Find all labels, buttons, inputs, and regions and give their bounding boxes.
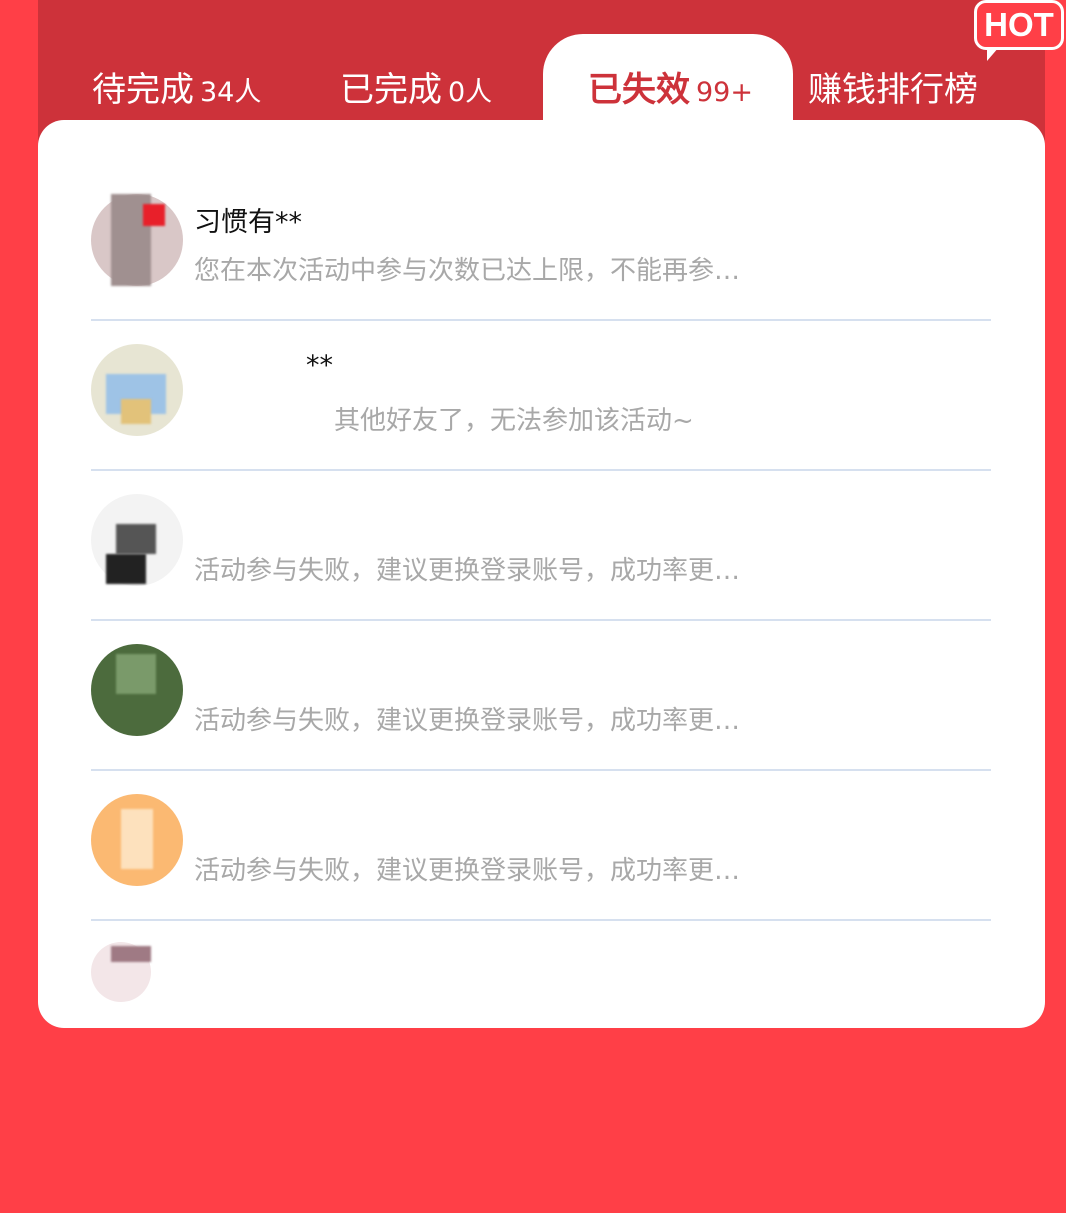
tab-count: 0人 [448,77,493,108]
tab-completed[interactable]: 已完成 0人 [340,62,492,114]
fail-reason: 您在本次活动中参与次数已达上限，不能再参… [194,256,741,286]
tab-bar: 待完成 34人 已完成 0人 已失效 99+ 赚钱排行榜 [38,0,1045,144]
hot-badge: HOT [974,0,1064,61]
tab-label: 赚钱排行榜 [808,70,978,110]
friend-name: 习惯有** [194,207,302,238]
list-item[interactable]: 活动参与失败，建议更换登录账号，成功率更… [91,470,991,621]
avatar [91,644,183,736]
fail-reason: 活动参与失败，建议更换登录账号，成功率更… [194,706,741,736]
fail-reason: 活动参与失败，建议更换登录账号，成功率更… [194,556,741,586]
tab-count: 99+ [696,77,753,108]
list-item[interactable]: ** 其他好友了，无法参加该活动~ [91,320,991,471]
fail-reason: 其他好友了，无法参加该活动~ [334,406,694,436]
tab-expired[interactable]: 已失效 99+ [588,62,753,114]
list-item[interactable]: 活动参与失败，建议更换登录账号，成功率更… [91,620,991,771]
tab-label: 待完成 [92,70,194,110]
tab-leaderboard[interactable]: 赚钱排行榜 [808,62,978,114]
tab-label: 已完成 [340,70,442,110]
tab-pending[interactable]: 待完成 34人 [92,62,261,114]
list-item[interactable] [91,920,991,1028]
avatar [91,494,183,586]
tab-count: 34人 [200,77,262,108]
expired-list-card: 习惯有** 您在本次活动中参与次数已达上限，不能再参… ** 其他好友了，无法参… [38,120,1045,1028]
list-item[interactable]: 活动参与失败，建议更换登录账号，成功率更… [91,770,991,921]
avatar [91,194,183,286]
tab-label: 已失效 [588,70,690,110]
fail-reason: 活动参与失败，建议更换登录账号，成功率更… [194,856,741,886]
friend-name: ** [306,350,333,381]
avatar [91,942,151,1002]
avatar [91,344,183,436]
list-item[interactable]: 习惯有** 您在本次活动中参与次数已达上限，不能再参… [91,170,991,321]
avatar [91,794,183,886]
